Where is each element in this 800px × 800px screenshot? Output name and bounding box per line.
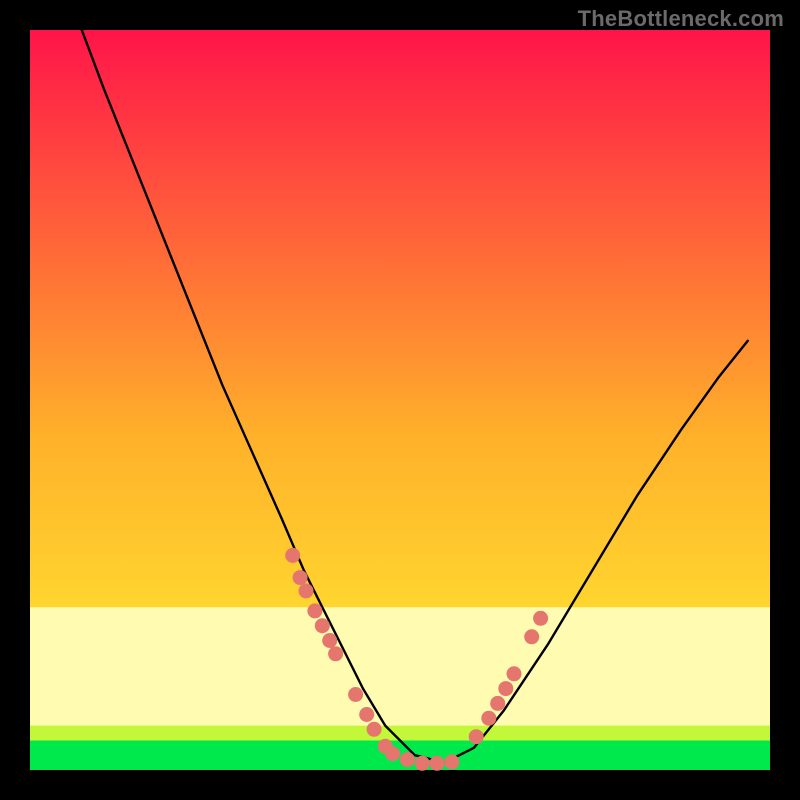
data-point (490, 696, 505, 711)
data-point (430, 756, 445, 771)
data-point (359, 707, 374, 722)
band-yellow-green (30, 726, 770, 741)
data-point (524, 629, 539, 644)
data-point (469, 729, 484, 744)
data-point (481, 711, 496, 726)
data-point (299, 583, 314, 598)
chart-svg (0, 0, 800, 800)
band-green (30, 740, 770, 770)
data-point (415, 756, 430, 771)
band-pale-yellow (30, 607, 770, 725)
data-point (400, 752, 415, 767)
plot-area (30, 30, 770, 771)
data-point (307, 603, 322, 618)
data-point (498, 681, 513, 696)
data-point (348, 687, 363, 702)
chart-canvas: TheBottleneck.com (0, 0, 800, 800)
data-point (385, 746, 400, 761)
watermark-text: TheBottleneck.com (578, 6, 784, 32)
data-point (533, 611, 548, 626)
data-point (285, 548, 300, 563)
data-point (293, 570, 308, 585)
data-point (507, 666, 522, 681)
data-point (444, 754, 459, 769)
data-point (315, 618, 330, 633)
data-point (367, 722, 382, 737)
data-point (328, 646, 343, 661)
data-point (322, 633, 337, 648)
